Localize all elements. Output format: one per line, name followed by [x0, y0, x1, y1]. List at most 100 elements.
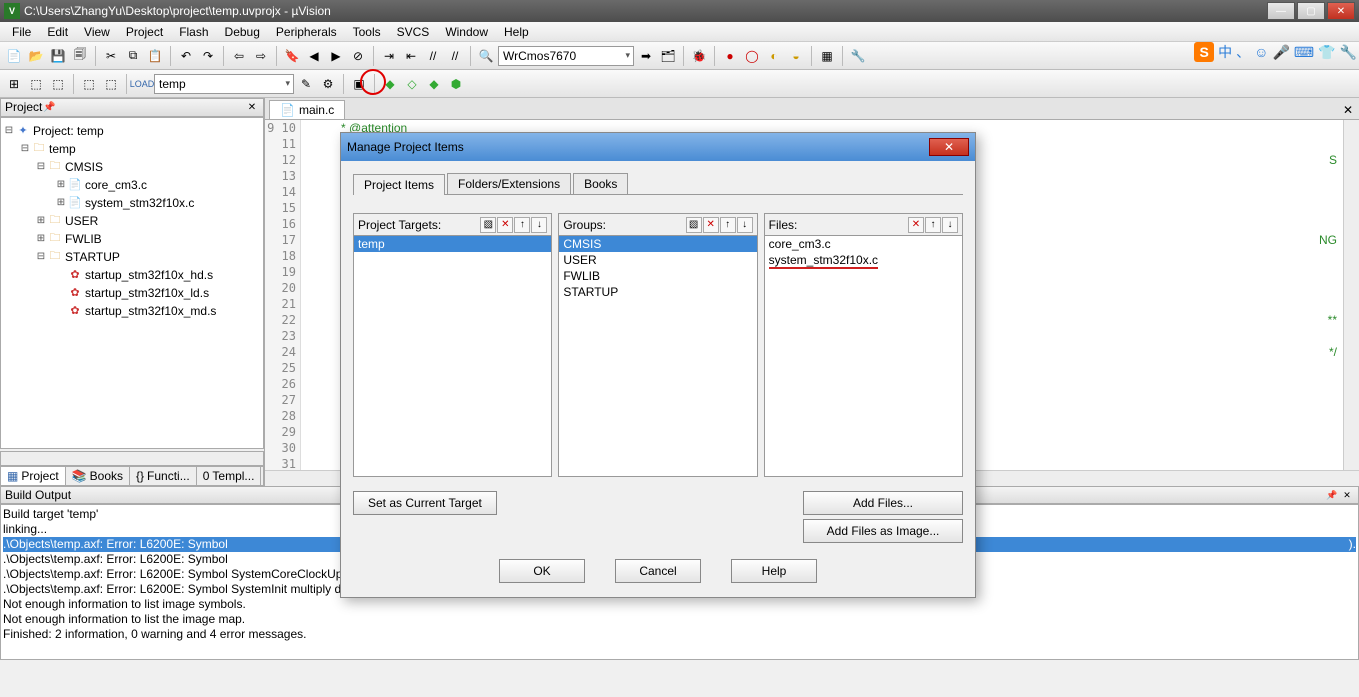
delete-file-icon[interactable]: ✕	[908, 217, 924, 233]
ime-emoji-icon[interactable]: ☺	[1254, 44, 1268, 60]
add-files-as-image-button[interactable]: Add Files as Image...	[803, 519, 963, 543]
menu-debug[interactable]: Debug	[217, 23, 268, 41]
cut-icon[interactable]: ✂	[101, 46, 121, 66]
set-current-target-button[interactable]: Set as Current Target	[353, 491, 497, 515]
targets-list[interactable]: temp	[353, 235, 552, 477]
ime-skin-icon[interactable]: 👕	[1318, 44, 1335, 61]
breakpoint-insert-icon[interactable]: ●	[720, 46, 740, 66]
ime-punct-icon[interactable]: 、	[1236, 42, 1250, 62]
list-item[interactable]: USER	[559, 252, 756, 268]
tree-target[interactable]: temp	[49, 142, 76, 156]
ime-keyboard-icon[interactable]: ⌨	[1294, 44, 1314, 61]
configure-icon[interactable]: 🔧	[848, 46, 868, 66]
dialog-tab-folders[interactable]: Folders/Extensions	[447, 173, 571, 194]
tree-file[interactable]: system_stm32f10x.c	[85, 196, 194, 210]
move-up-icon[interactable]: ↑	[925, 217, 941, 233]
breakpoint-enable-icon[interactable]: ◯	[742, 46, 762, 66]
panel-close-icon[interactable]: ✕	[1340, 488, 1354, 502]
delete-target-icon[interactable]: ✕	[497, 217, 513, 233]
editor-tab-main[interactable]: 📄 main.c	[269, 100, 345, 119]
ime-tool-icon[interactable]: 🔧	[1340, 44, 1357, 61]
list-item[interactable]: core_cm3.c	[765, 236, 962, 252]
pin-icon[interactable]: 📌	[1325, 488, 1339, 502]
dialog-tab-books[interactable]: Books	[573, 173, 628, 194]
move-down-icon[interactable]: ↓	[942, 217, 958, 233]
ime-mic-icon[interactable]: 🎤	[1272, 44, 1289, 61]
new-icon[interactable]: 📄	[4, 46, 24, 66]
move-up-icon[interactable]: ↑	[720, 217, 736, 233]
find-icon[interactable]: 🔍	[476, 46, 496, 66]
minimize-button[interactable]: —	[1267, 2, 1295, 20]
menu-project[interactable]: Project	[118, 23, 171, 41]
tree-file[interactable]: startup_stm32f10x_hd.s	[85, 268, 213, 282]
side-tab-books[interactable]: 📚Books	[66, 467, 130, 485]
list-item[interactable]: CMSIS	[559, 236, 756, 252]
download-icon[interactable]: LOAD	[132, 74, 152, 94]
pin-icon[interactable]: 📌	[42, 100, 56, 114]
dialog-close-icon[interactable]: ✕	[929, 138, 969, 156]
project-tree[interactable]: ⊟✦Project: temp ⊟🗀temp ⊟🗀CMSIS ⊞📄core_cm…	[0, 117, 264, 449]
tree-file[interactable]: startup_stm32f10x_ld.s	[85, 286, 209, 300]
close-button[interactable]: ✕	[1327, 2, 1355, 20]
breakpoint-kill-icon[interactable]: ◒	[786, 46, 806, 66]
tree-file[interactable]: startup_stm32f10x_md.s	[85, 304, 216, 318]
rebuild-icon[interactable]: ⬚	[48, 74, 68, 94]
ok-button[interactable]: OK	[499, 559, 585, 583]
help-button[interactable]: Help	[731, 559, 817, 583]
sogou-logo-icon[interactable]: S	[1194, 42, 1214, 62]
editor-vscroll[interactable]	[1343, 120, 1359, 470]
window-layout-icon[interactable]: ▦	[817, 46, 837, 66]
menu-file[interactable]: File	[4, 23, 39, 41]
rte-icon1[interactable]: ◇	[402, 74, 422, 94]
files-list[interactable]: core_cm3.c system_stm32f10x.c	[764, 235, 963, 477]
tree-group-cmsis[interactable]: CMSIS	[65, 160, 103, 174]
build-icon[interactable]: ⬚	[26, 74, 46, 94]
move-down-icon[interactable]: ↓	[737, 217, 753, 233]
move-down-icon[interactable]: ↓	[531, 217, 547, 233]
bookmark-clear-icon[interactable]: ⊘	[348, 46, 368, 66]
menu-edit[interactable]: Edit	[39, 23, 76, 41]
find-in-files-icon[interactable]: 🗂	[658, 46, 678, 66]
bookmark-next-icon[interactable]: ▶	[326, 46, 346, 66]
menu-help[interactable]: Help	[496, 23, 537, 41]
tree-group-startup[interactable]: STARTUP	[65, 250, 120, 264]
outdent-icon[interactable]: ⇤	[401, 46, 421, 66]
editor-tab-close-icon[interactable]: ✕	[1337, 101, 1359, 119]
list-item[interactable]: STARTUP	[559, 284, 756, 300]
target-combo[interactable]: temp	[154, 74, 294, 94]
comment-icon[interactable]: //	[423, 46, 443, 66]
packs-icon[interactable]: ⬢	[446, 74, 466, 94]
paste-icon[interactable]: 📋	[145, 46, 165, 66]
file-ext-icon[interactable]: ⚙	[318, 74, 338, 94]
menu-flash[interactable]: Flash	[171, 23, 216, 41]
dialog-titlebar[interactable]: Manage Project Items ✕	[341, 133, 975, 161]
nav-fwd-icon[interactable]: ⇨	[251, 46, 271, 66]
translate-icon[interactable]: ⊞	[4, 74, 24, 94]
redo-icon[interactable]: ↷	[198, 46, 218, 66]
breakpoint-disable-icon[interactable]: ◐	[764, 46, 784, 66]
move-up-icon[interactable]: ↑	[514, 217, 530, 233]
undo-icon[interactable]: ↶	[176, 46, 196, 66]
ime-cn-icon[interactable]: 中	[1218, 42, 1232, 62]
tree-group-user[interactable]: USER	[65, 214, 98, 228]
delete-group-icon[interactable]: ✕	[703, 217, 719, 233]
cancel-button[interactable]: Cancel	[615, 559, 701, 583]
uncomment-icon[interactable]: //	[445, 46, 465, 66]
target-options-icon[interactable]: ✎	[296, 74, 316, 94]
tree-group-fwlib[interactable]: FWLIB	[65, 232, 102, 246]
add-files-button[interactable]: Add Files...	[803, 491, 963, 515]
debug-icon[interactable]: 🐞	[689, 46, 709, 66]
tree-file[interactable]: core_cm3.c	[85, 178, 147, 192]
dialog-tab-project-items[interactable]: Project Items	[353, 174, 445, 195]
list-item[interactable]: temp	[354, 236, 551, 252]
indent-icon[interactable]: ⇥	[379, 46, 399, 66]
books-icon[interactable]: ◆	[380, 74, 400, 94]
menu-svcs[interactable]: SVCS	[389, 23, 438, 41]
bookmark-icon[interactable]: 🔖	[282, 46, 302, 66]
maximize-button[interactable]: ▢	[1297, 2, 1325, 20]
open-icon[interactable]: 📂	[26, 46, 46, 66]
find-combo[interactable]: WrCmos7670	[498, 46, 634, 66]
groups-list[interactable]: CMSIS USER FWLIB STARTUP	[558, 235, 757, 477]
list-item[interactable]: FWLIB	[559, 268, 756, 284]
side-tab-templates[interactable]: 0Templ...	[197, 467, 262, 485]
